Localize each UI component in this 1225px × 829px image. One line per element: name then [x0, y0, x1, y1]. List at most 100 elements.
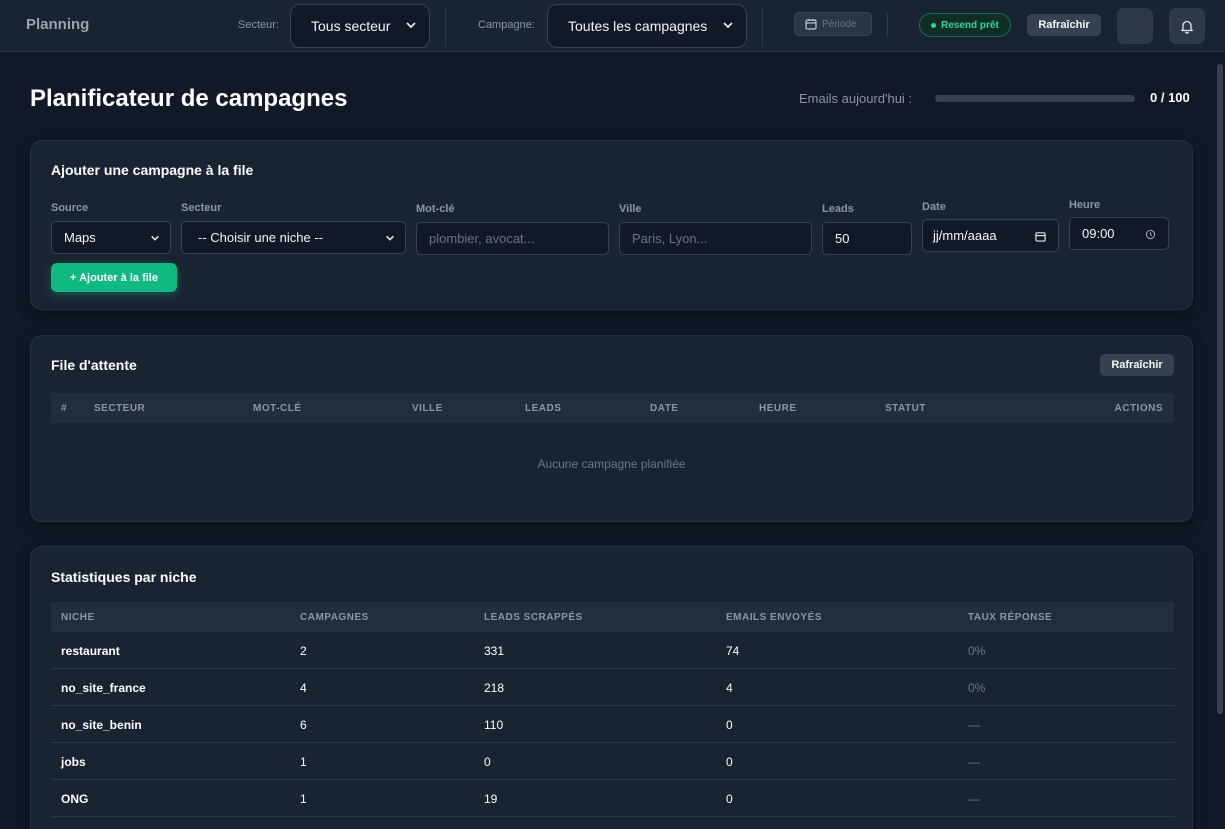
divider — [762, 6, 763, 46]
sector-filter-value: Tous secteur — [311, 18, 391, 34]
notifications-button[interactable] — [1169, 8, 1205, 44]
source-label: Source — [51, 202, 89, 214]
add-campaign-title: Ajouter une campagne à la file — [51, 162, 254, 178]
stat-rate: 0% — [968, 681, 986, 695]
stat-niche: no_site_france — [61, 681, 146, 695]
time-input[interactable]: 09:00 — [1069, 217, 1169, 250]
queue-title: File d'attente — [51, 357, 137, 373]
time-label: Heure — [1069, 199, 1101, 211]
leads-value: 50 — [835, 231, 850, 246]
stats-col-rate: TAUX RÉPONSE — [968, 612, 1053, 623]
campaign-filter-select[interactable]: Toutes les campagnes — [547, 4, 747, 48]
leads-input[interactable]: 50 — [822, 222, 912, 255]
page-scrollbar[interactable] — [1215, 52, 1225, 829]
chevron-down-icon — [723, 22, 733, 29]
stat-campaigns: 1 — [300, 792, 307, 806]
sector-label: Secteur — [181, 202, 222, 214]
campaign-filter-value: Toutes les campagnes — [568, 18, 708, 34]
stat-campaigns: 2 — [300, 644, 307, 658]
emails-today-count: 0 / 100 — [1150, 90, 1190, 105]
sector-value: -- Choisir une niche -- — [198, 230, 323, 245]
stats-col-campaigns: CAMPAGNES — [300, 612, 369, 623]
date-placeholder: jj/mm/aaaa — [933, 228, 997, 243]
stat-emails: 4 — [726, 681, 733, 695]
keyword-placeholder: plombier, avocat... — [429, 231, 535, 246]
campaign-filter-label: Campagne: — [478, 19, 535, 31]
stat-emails: 0 — [726, 718, 733, 732]
queue-col-index: # — [61, 403, 68, 414]
chevron-down-icon — [151, 235, 159, 241]
keyword-input[interactable]: plombier, avocat... — [416, 222, 609, 255]
stat-campaigns: 1 — [300, 755, 307, 769]
stat-emails: 74 — [726, 644, 740, 658]
queue-card: File d'attente Rafraîchir # SECTEUR MOT-… — [30, 335, 1193, 522]
stat-leads: 0 — [484, 755, 491, 769]
avatar[interactable] — [1117, 8, 1153, 44]
table-row: ONG 1 19 0 — — [51, 780, 1174, 817]
queue-empty-message: Aucune campagne planifiée — [537, 457, 686, 471]
emails-today-label: Emails aujourd'hui : — [799, 91, 913, 106]
table-row: no_site_france 4 218 4 0% — [51, 669, 1174, 706]
date-label: Date — [922, 201, 946, 213]
emails-progress-bar — [935, 95, 1135, 102]
leads-label: Leads — [822, 203, 854, 215]
stat-niche: jobs — [61, 755, 86, 769]
brand-title: Planning — [26, 16, 90, 33]
calendar-icon — [805, 19, 817, 30]
top-bar: Planning Secteur: Tous secteur Campagne:… — [0, 0, 1225, 52]
queue-table-header: # SECTEUR MOT-CLÉ VILLE LEADS DATE HEURE… — [51, 393, 1174, 423]
sector-filter-label: Secteur: — [238, 19, 279, 31]
stat-rate: — — [968, 755, 980, 769]
stat-rate: — — [968, 718, 980, 732]
queue-col-actions: ACTIONS — [1114, 403, 1163, 414]
stats-col-niche: NICHE — [61, 612, 95, 623]
city-label: Ville — [619, 203, 642, 215]
city-placeholder: Paris, Lyon... — [632, 231, 708, 246]
chevron-down-icon — [406, 22, 416, 29]
queue-col-date: DATE — [650, 403, 679, 414]
sector-select[interactable]: -- Choisir une niche -- — [181, 221, 406, 254]
stat-niche: restaurant — [61, 644, 120, 658]
page-title: Planificateur de campagnes — [30, 85, 348, 112]
date-input[interactable]: jj/mm/aaaa — [922, 219, 1059, 252]
resend-status-badge: Resend prêt — [919, 13, 1011, 37]
stat-niche: no_site_benin — [61, 718, 142, 732]
add-to-queue-button[interactable]: + Ajouter à la file — [51, 263, 177, 292]
period-button[interactable]: Période — [794, 12, 872, 36]
table-row: jobs 1 0 0 — — [51, 743, 1174, 780]
stats-col-leads: LEADS SCRAPPÉS — [484, 612, 583, 623]
scrollbar-thumb[interactable] — [1217, 64, 1223, 714]
queue-refresh-button[interactable]: Rafraîchir — [1100, 354, 1174, 376]
queue-col-status: STATUT — [885, 403, 926, 414]
resend-status-label: Resend prêt — [941, 19, 999, 31]
source-select[interactable]: Maps — [51, 221, 171, 254]
period-button-label: Période — [822, 18, 857, 30]
stat-emails: 0 — [726, 755, 733, 769]
stat-leads: 19 — [484, 792, 498, 806]
table-row: restaurant 2 331 74 0% — [51, 632, 1174, 669]
queue-col-sector: SECTEUR — [94, 403, 146, 414]
status-dot-icon — [931, 22, 936, 28]
source-value: Maps — [64, 230, 96, 245]
queue-col-keyword: MOT-CLÉ — [253, 403, 302, 414]
bell-icon — [1181, 20, 1193, 34]
stats-table-header: NICHE CAMPAGNES LEADS SCRAPPÉS EMAILS EN… — [51, 602, 1174, 632]
time-value: 09:00 — [1082, 226, 1115, 241]
clock-icon[interactable] — [1145, 229, 1156, 240]
stats-col-emails: EMAILS ENVOYÉS — [726, 612, 822, 623]
divider — [887, 13, 888, 37]
keyword-label: Mot-clé — [416, 203, 455, 215]
divider — [445, 6, 446, 46]
queue-col-time: HEURE — [759, 403, 797, 414]
stat-campaigns: 6 — [300, 718, 307, 732]
city-input[interactable]: Paris, Lyon... — [619, 222, 812, 255]
stat-niche: ONG — [61, 792, 89, 806]
stat-rate: — — [968, 792, 980, 806]
stat-leads: 331 — [484, 644, 505, 658]
table-row: no_site_benin 6 110 0 — — [51, 706, 1174, 743]
sector-filter-select[interactable]: Tous secteur — [290, 4, 430, 48]
stat-campaigns: 4 — [300, 681, 307, 695]
stats-title: Statistiques par niche — [51, 569, 197, 585]
calendar-icon[interactable] — [1035, 231, 1046, 242]
topbar-refresh-button[interactable]: Rafraîchir — [1027, 14, 1101, 36]
